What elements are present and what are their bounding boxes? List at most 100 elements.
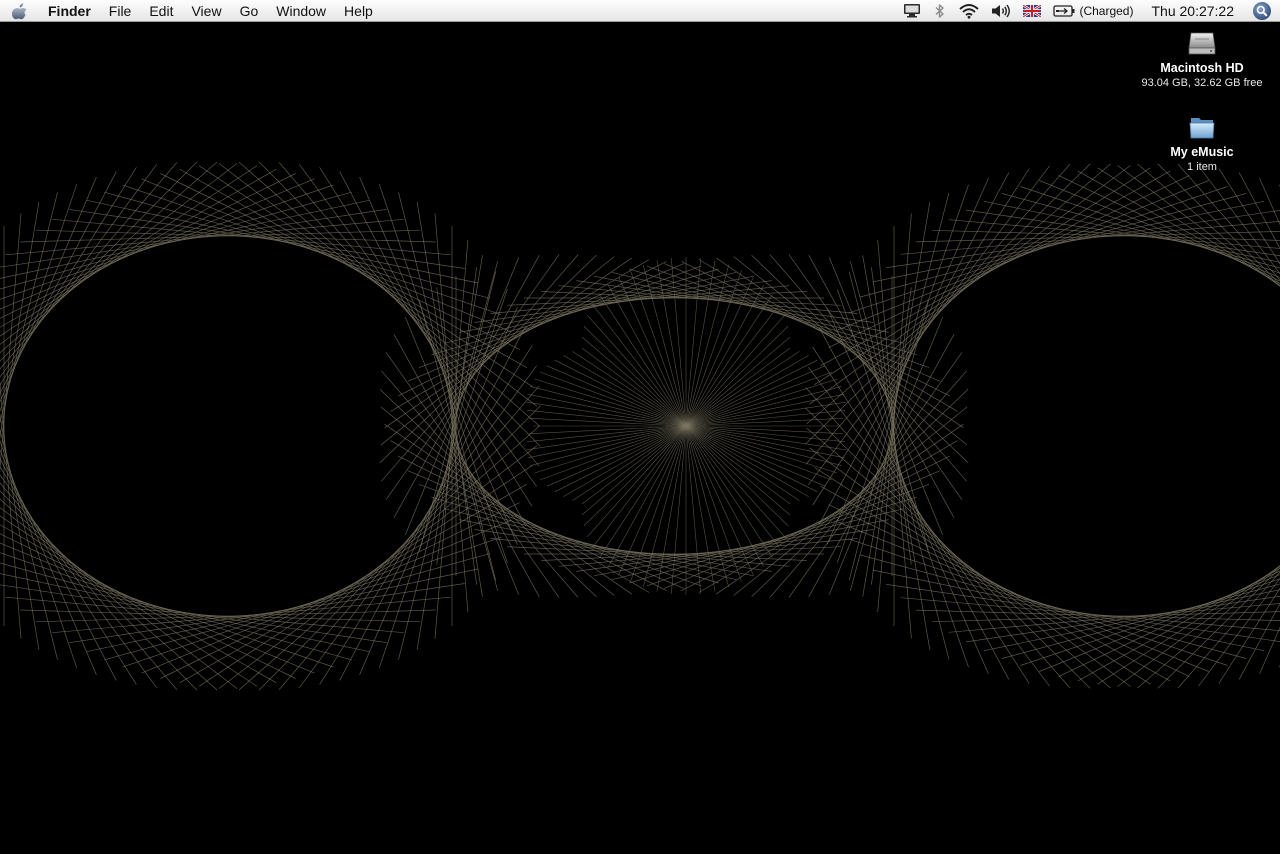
desktop[interactable]: Finder File Edit View Go Window Help (Ch… — [0, 0, 1280, 854]
wallpaper-burst-line — [685, 285, 764, 427]
wallpaper-line — [141, 519, 512, 674]
hard-drive-icon — [1188, 32, 1216, 55]
wallpaper-line — [434, 213, 469, 613]
wallpaper-line — [808, 255, 955, 518]
wallpaper-line — [646, 265, 930, 368]
menu-window[interactable]: Window — [267, 0, 335, 22]
menu-clock[interactable]: Thu 20:27:22 — [1143, 0, 1248, 22]
apple-logo-icon — [12, 2, 27, 19]
wallpaper-burst-line — [685, 294, 773, 427]
wallpaper-line — [812, 346, 1030, 684]
wallpaper-burst-line — [529, 418, 687, 427]
wallpaper-line — [828, 257, 944, 536]
folder-icon — [1189, 118, 1215, 139]
wallpaper-burst-line — [599, 425, 687, 558]
wallpaper-line — [179, 483, 528, 684]
wallpaper-line — [1097, 167, 1280, 286]
wallpaper-line — [1198, 165, 1280, 275]
wallpaper-line — [1137, 163, 1280, 287]
wallpaper-line — [218, 445, 538, 689]
wallpaper-line — [808, 366, 1050, 687]
display-mirror-menu[interactable] — [897, 0, 927, 22]
wallpaper-line — [299, 365, 537, 688]
wallpaper-line — [0, 533, 296, 679]
wallpaper-line — [1157, 567, 1280, 689]
volume-menu[interactable] — [985, 0, 1017, 22]
battery-menu[interactable] — [1047, 0, 1077, 22]
menu-finder[interactable]: Finder — [40, 0, 100, 22]
menu-view[interactable]: View — [182, 0, 230, 22]
icon-subtitle: 93.04 GB, 32.62 GB free — [1141, 77, 1263, 89]
wallpaper-burst-line — [685, 425, 742, 582]
wifi-icon — [959, 3, 980, 19]
menu-go[interactable]: Go — [231, 0, 268, 22]
wallpaper-line — [814, 467, 1151, 685]
wallpaper-line — [646, 484, 930, 587]
wallpaper-line — [916, 230, 1280, 243]
wallpaper-line — [0, 161, 218, 354]
wallpaper-burst-line — [685, 258, 701, 427]
wallpaper-line — [1097, 566, 1280, 685]
wallpaper-burst-line — [685, 425, 832, 481]
wallpaper-line — [837, 521, 1209, 672]
wallpaper-line — [681, 261, 950, 397]
uk-flag-input-icon — [1023, 4, 1042, 17]
wallpaper-line — [820, 485, 1171, 682]
wallpaper-line — [1077, 170, 1280, 285]
wallpaper-burst-line — [529, 425, 687, 434]
wallpaper-line — [1177, 163, 1280, 281]
wallpaper-line — [0, 164, 157, 378]
desktop-icon-macintosh-hd[interactable]: Macintosh HD 93.04 GB, 32.62 GB free — [1127, 28, 1277, 91]
menu-edit[interactable]: Edit — [140, 0, 182, 22]
menu-help[interactable]: Help — [335, 0, 382, 22]
wallpaper-line — [1259, 626, 1280, 675]
wallpaper-line — [733, 256, 968, 446]
wallpaper-burst-line — [685, 425, 791, 505]
spirograph-wallpaper — [0, 161, 1280, 691]
wallpaper-line — [0, 184, 78, 413]
input-menu[interactable] — [1017, 0, 1047, 22]
wallpaper-line — [1117, 565, 1280, 687]
wallpaper-burst-line — [526, 425, 687, 442]
wallpaper-line — [141, 178, 512, 333]
wallpaper-burst-line — [671, 258, 687, 427]
wallpaper-burst-line — [685, 371, 832, 427]
wallpaper-line — [733, 406, 968, 596]
wallpaper-line — [0, 498, 218, 691]
apple-menu-button[interactable] — [0, 0, 40, 22]
menu-file[interactable]: File — [100, 0, 141, 22]
wallpaper-line — [393, 334, 540, 597]
wallpaper-line — [0, 168, 277, 328]
wallpaper-line — [0, 173, 296, 319]
wallpaper-line — [828, 504, 1190, 677]
wallpaper-burst-line — [599, 294, 687, 427]
volume-icon — [992, 4, 1011, 17]
wallpaper-line — [788, 254, 963, 500]
wallpaper-burst-line — [685, 378, 838, 427]
wallpaper-line — [859, 193, 1247, 298]
wallpaper-burst-line — [685, 418, 843, 427]
wallpaper-line — [319, 167, 533, 507]
icon-label: Macintosh HD — [1160, 61, 1244, 75]
wallpaper-line — [258, 405, 541, 691]
wifi-menu[interactable] — [953, 0, 985, 22]
menu-bar: Finder File Edit View Go Window Help (Ch… — [0, 0, 1280, 22]
wallpaper-line — [1177, 571, 1280, 689]
wallpaper-line — [916, 609, 1280, 622]
wallpaper-burst-line — [685, 347, 791, 427]
battery-status-text[interactable]: (Charged) — [1077, 0, 1143, 22]
bluetooth-menu[interactable] — [927, 0, 953, 22]
wallpaper-line — [258, 161, 541, 447]
wallpaper-burst-line — [581, 425, 687, 505]
wallpaper-line — [1077, 567, 1280, 682]
wallpaper-line — [814, 167, 1151, 385]
desktop-icon-my-emusic[interactable]: My eMusic 1 item — [1127, 112, 1277, 175]
wallpaper-line — [507, 546, 807, 561]
wallpaper-burst-line — [534, 378, 687, 427]
wallpaper-line — [0, 507, 238, 689]
wallpaper-line — [828, 175, 1190, 348]
wallpaper-line — [847, 186, 1228, 314]
wallpaper-line — [1198, 577, 1280, 687]
spotlight-button[interactable] — [1248, 0, 1276, 22]
wallpaper-line — [806, 427, 1111, 689]
